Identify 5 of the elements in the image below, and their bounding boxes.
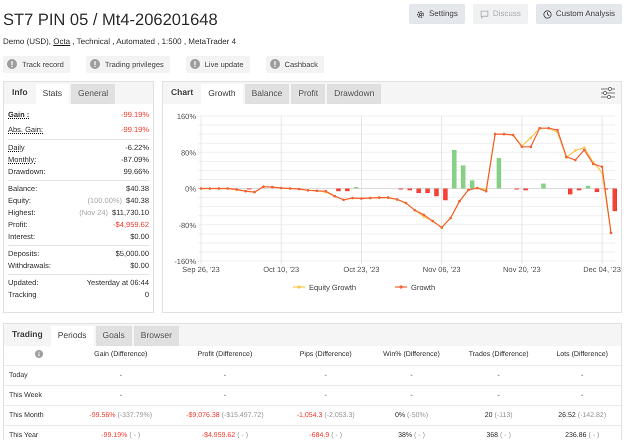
account-details: Demo (USD), Octa , Technical , Automated , 1:500 , MetaTrader 4 — [3, 36, 238, 48]
panel-title: Trading — [11, 328, 44, 342]
panel-title: Info — [11, 86, 29, 100]
page-title: ST7 PIN 05 / Mt4-206201648 — [3, 12, 218, 28]
panel-title: Chart — [170, 86, 194, 100]
